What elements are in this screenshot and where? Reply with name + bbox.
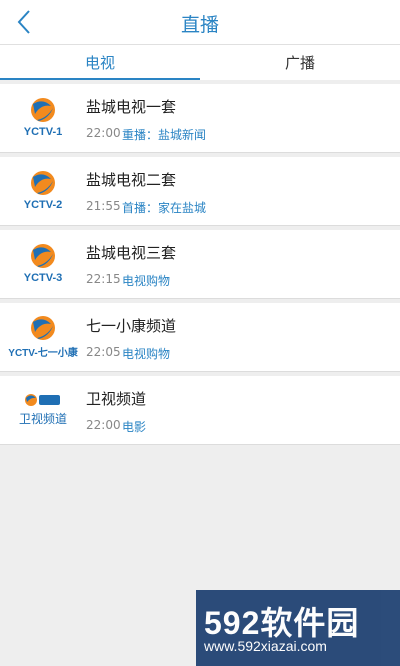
channel-name: 盐城电视二套 xyxy=(86,171,177,189)
channel-row[interactable]: 卫视频道 卫视频道 22:00 电影 xyxy=(0,376,400,445)
yctv-globe-icon xyxy=(31,315,55,340)
channel-logo: YCTV-1 xyxy=(12,92,74,142)
logo-label: YCTV-七一小康 xyxy=(8,347,78,359)
program-title: 首播：家在盐城 xyxy=(122,201,207,215)
program-title: 电影 xyxy=(122,420,147,434)
channel-name: 卫视频道 xyxy=(86,390,147,408)
channel-row[interactable]: YCTV-2 盐城电视二套 21:55 首播：家在盐城 xyxy=(0,157,400,226)
page-title: 直播 xyxy=(180,14,219,36)
logo-label: YCTV-2 xyxy=(23,199,63,211)
channel-logo: YCTV-2 xyxy=(12,165,74,215)
channel-logo: YCTV-3 xyxy=(12,238,74,288)
logo-label: 卫视频道 xyxy=(18,411,67,426)
channel-name: 盐城电视一套 xyxy=(86,98,177,116)
channel-list: YCTV-1 盐城电视一套 22:00 重播：盐城新闻 YCTV-2 盐城电视二… xyxy=(0,84,400,449)
satellite-badge-icon xyxy=(25,393,60,406)
tab-radio[interactable]: 广播 xyxy=(200,45,400,80)
yctv-globe-icon xyxy=(31,171,55,195)
logo-label: YCTV-1 xyxy=(23,126,63,138)
channel-row[interactable]: YCTV-3 盐城电视三套 22:15 电视购物 xyxy=(0,230,400,299)
channel-name: 盐城电视三套 xyxy=(86,244,177,262)
yctv-globe-icon xyxy=(31,98,55,122)
program-title: 电视购物 xyxy=(122,347,171,361)
yctv-globe-icon xyxy=(31,244,55,268)
program-title: 重播：盐城新闻 xyxy=(122,128,207,142)
channel-logo: YCTV-七一小康 xyxy=(8,311,78,361)
watermark-url: www.592xiazai.com xyxy=(204,638,327,654)
channel-logo: 卫视频道 xyxy=(12,384,74,434)
tab-bar: 电视 广播 xyxy=(0,45,400,80)
program-time: 22:00 xyxy=(86,418,121,432)
program-time: 22:15 xyxy=(86,272,121,286)
channel-name: 七一小康频道 xyxy=(86,317,177,335)
program-time: 22:00 xyxy=(86,126,121,140)
watermark: 592软件园 www.592xiazai.com xyxy=(196,590,400,666)
live-screen: 直播 电视 广播 YCTV-1 盐城电视一套 22:00 重播：盐城新闻 YCT… xyxy=(0,0,400,666)
header-bar: 直播 xyxy=(0,0,400,45)
program-title: 电视购物 xyxy=(122,274,171,288)
logo-label: YCTV-3 xyxy=(23,272,63,284)
channel-row[interactable]: YCTV-1 盐城电视一套 22:00 重播：盐城新闻 xyxy=(0,84,400,153)
tab-tv[interactable]: 电视 xyxy=(0,45,200,80)
program-time: 21:55 xyxy=(86,199,121,213)
channel-row[interactable]: YCTV-七一小康 七一小康频道 22:05 电视购物 xyxy=(0,303,400,372)
program-time: 22:05 xyxy=(86,345,121,359)
